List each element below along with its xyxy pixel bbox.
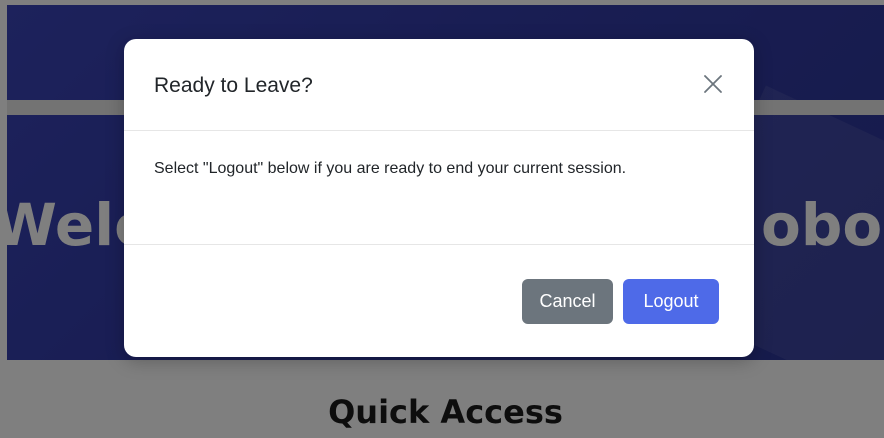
logout-button[interactable]: Logout xyxy=(623,279,719,324)
logout-modal: Ready to Leave? Select "Logout" below if… xyxy=(124,39,754,357)
modal-body: Select "Logout" below if you are ready t… xyxy=(124,131,754,245)
cancel-button[interactable]: Cancel xyxy=(522,279,613,324)
close-icon xyxy=(704,75,722,93)
page: Welc obo Quick Access Ready to Leave? Se… xyxy=(0,0,884,438)
modal-title: Ready to Leave? xyxy=(154,74,313,97)
modal-message: Select "Logout" below if you are ready t… xyxy=(154,160,627,177)
close-button[interactable] xyxy=(700,71,726,97)
modal-header: Ready to Leave? xyxy=(124,39,754,131)
